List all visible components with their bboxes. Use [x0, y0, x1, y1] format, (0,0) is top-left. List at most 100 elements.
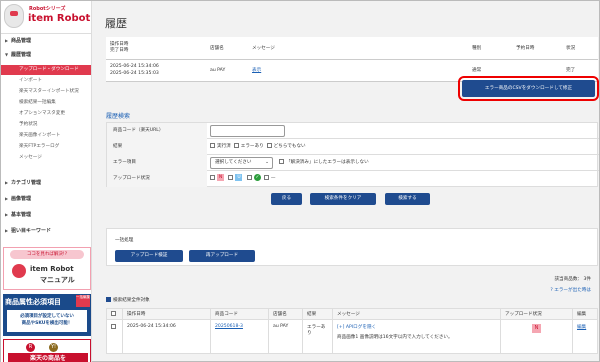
- sidebar-item-label: 履歴管理: [11, 52, 32, 58]
- back-button[interactable]: 戻る: [271, 193, 302, 205]
- col-reserve: 予約日時: [512, 37, 562, 60]
- circle-r-icon: R: [26, 343, 35, 352]
- all-results-checkbox[interactable]: [106, 297, 111, 302]
- search-row-error-item: エラー項目 選択してください ⌄ 「解決済み」にしたエラーは表示しない: [107, 155, 599, 171]
- error-item-select-value: 選択してください: [215, 160, 252, 165]
- status-none-checkbox[interactable]: [263, 175, 269, 180]
- page-title: 履歴: [105, 17, 127, 30]
- edit-link[interactable]: 編集: [577, 325, 586, 330]
- error-help-label: エラーが出た時は: [554, 288, 591, 293]
- sidebar-subitem-reservation[interactable]: 予約状況: [1, 120, 91, 130]
- sidebar-item-basic[interactable]: ▶ 基本管理: [1, 208, 91, 222]
- product-code-label: 商品コード（楽天URL）: [107, 123, 207, 139]
- logo[interactable]: Robotシリーズ item Robot: [1, 1, 91, 34]
- attribute-banner-body-line1: 必須項目が設定していない: [20, 314, 74, 319]
- sidebar-subitem-ftp-log[interactable]: 楽天FTPエラーログ: [1, 142, 91, 152]
- sidebar-item-history[interactable]: ▼ 履歴管理: [1, 48, 91, 62]
- done-date: 2025-06-24 15:35:03: [110, 71, 159, 76]
- manual-banner[interactable]: ココを見れば解決!? item Robot マニュアル: [3, 247, 91, 290]
- attribute-banner[interactable]: 商品属性必須項目 一括編集 必須項目が設定していない 商品やSKUを検出可能！: [3, 294, 91, 336]
- rakuten-banner-text: 楽天の商品を: [8, 353, 88, 362]
- api-log-toggle[interactable]: [+] APIログを隠く: [337, 325, 376, 330]
- op-date: 2025-06-24 15:34:06: [110, 64, 159, 69]
- logo-name: item Robot: [28, 13, 91, 24]
- col-op-date-label: 操作日時: [110, 41, 129, 47]
- result-count: 該当商品数： 3件: [554, 277, 591, 282]
- history-table-header: 操作日時 完了日時 店舗名 メッセージ 種別 予約日時 状況: [106, 37, 598, 60]
- results-table: 操作日時 商品コード 店舗名 結果 メッセージ アップロード状況 編集 2025…: [106, 308, 598, 354]
- status-n-badge: N: [217, 174, 224, 181]
- search-button[interactable]: 検索する: [385, 193, 430, 205]
- sidebar-subitem-message[interactable]: メッセージ: [1, 153, 91, 163]
- col-shop: 店舗名: [206, 37, 248, 60]
- status-ok-checkbox[interactable]: [246, 175, 252, 180]
- check-circle-icon: ✓: [253, 174, 261, 181]
- type-cell: 通常: [468, 59, 512, 82]
- product-code-cell: 20250618-3: [210, 319, 269, 354]
- hide-resolved-checkbox[interactable]: [279, 159, 284, 164]
- error-item-select[interactable]: 選択してください ⌄: [210, 157, 273, 169]
- manual-banner-tagline: ココを見れば解決!?: [10, 250, 84, 259]
- question-circle-icon: ?: [550, 288, 553, 293]
- main-content: 履歴 操作日時 完了日時 店舗名 メッセージ 種別 予約日時 状況 2025-06…: [93, 1, 599, 362]
- col-message: メッセージ: [248, 37, 468, 60]
- sidebar-item-category[interactable]: ▶ カテゴリ管理: [1, 176, 91, 190]
- sidebar-subitem-image-import[interactable]: 楽天画像インポート: [1, 131, 91, 141]
- bulk-panel: 一括処理 アップロード検証 再アップロード: [106, 228, 598, 266]
- status-cell: 完了: [562, 59, 598, 82]
- col-product-code: 商品コード: [210, 308, 269, 320]
- col-status: 状況: [562, 37, 598, 60]
- error-help-link[interactable]: ? エラーが出た時は: [550, 287, 591, 293]
- rakuten-banner[interactable]: R Y! 楽天の商品を: [3, 339, 91, 362]
- status-n-checkbox[interactable]: [210, 175, 215, 180]
- search-row-product-code: 商品コード（楽天URL）: [107, 123, 599, 139]
- all-results-label: 検索結果全件対象: [113, 298, 150, 303]
- show-message-link[interactable]: 表示: [252, 68, 261, 73]
- upload-verify-button[interactable]: アップロード検証: [115, 250, 183, 262]
- status-u-checkbox[interactable]: [228, 175, 234, 180]
- sidebar-subitem-master-import[interactable]: 楽天マスターインポート状況: [1, 87, 91, 97]
- result-executed-label: 実行済: [217, 144, 231, 149]
- sidebar-subitem-bulk-edit[interactable]: 検索結果一括編集: [1, 98, 91, 108]
- sidebar-subitem-upload-download[interactable]: アップロード・ダウンロード: [1, 65, 91, 75]
- result-neither-checkbox[interactable]: [266, 143, 272, 148]
- result-cell: エラーあり: [302, 319, 333, 354]
- sidebar-item-keyword[interactable]: ▶ 狙い目キーワード: [1, 224, 91, 238]
- result-label: 結果: [107, 139, 207, 155]
- sidebar-subitem-import[interactable]: インポート: [1, 76, 91, 86]
- sidebar-item-product[interactable]: ▶ 商品管理: [1, 34, 91, 48]
- chevron-down-icon: ⌄: [265, 160, 269, 165]
- product-code-input[interactable]: [210, 125, 285, 137]
- message-cell: [+] APIログを隠く 商品画像1 画像説明は16文字以内で入力してください。: [332, 319, 501, 354]
- col-select: [106, 308, 123, 320]
- status-u-badge: U: [235, 174, 243, 181]
- reupload-button[interactable]: 再アップロード: [189, 250, 255, 262]
- sidebar-item-image[interactable]: ▶ 画像管理: [1, 192, 91, 206]
- upload-status-options: N U ✓ —: [210, 171, 275, 187]
- result-neither-label: どちらでもない: [273, 144, 306, 149]
- search-panel: 商品コード（楽天URL） 結果 実行済 エラーあり どちらでもない エラー項目 …: [106, 122, 599, 187]
- error-item-label: エラー項目: [107, 155, 207, 171]
- result-options: 実行済 エラーあり どちらでもない: [210, 139, 306, 155]
- col-message: メッセージ: [332, 308, 501, 320]
- result-executed-checkbox[interactable]: [210, 143, 215, 148]
- robot-icon: [12, 264, 26, 278]
- hide-resolved-label: 「解決済み」にしたエラーは表示しない: [286, 160, 369, 165]
- status-none-label: —: [270, 176, 276, 181]
- col-upload-status: アップロード状況: [500, 308, 573, 320]
- attribute-banner-tag: 一括編集: [76, 295, 90, 307]
- sidebar-subitem-option-master[interactable]: オプションマスタ変更: [1, 109, 91, 119]
- col-result: 結果: [302, 308, 333, 320]
- error-csv-download-button[interactable]: エラー商品のCSVをダウンロードして修正: [458, 76, 599, 101]
- clear-search-button[interactable]: 検索条件をクリア: [310, 193, 376, 205]
- select-all-checkbox[interactable]: [111, 311, 116, 316]
- edit-cell: 編集: [572, 319, 598, 354]
- sidebar-item-label: 基本管理: [11, 212, 32, 218]
- bulk-title: 一括処理: [115, 238, 134, 243]
- select-cell: [106, 319, 123, 354]
- result-error-checkbox[interactable]: [233, 143, 239, 148]
- reserve-cell: [512, 59, 562, 82]
- product-code-link[interactable]: 20250618-3: [215, 324, 243, 329]
- table-row: 2025-06-24 15:34:06 2025-06-24 15:35:03 a…: [106, 59, 598, 82]
- row-checkbox[interactable]: [111, 324, 116, 329]
